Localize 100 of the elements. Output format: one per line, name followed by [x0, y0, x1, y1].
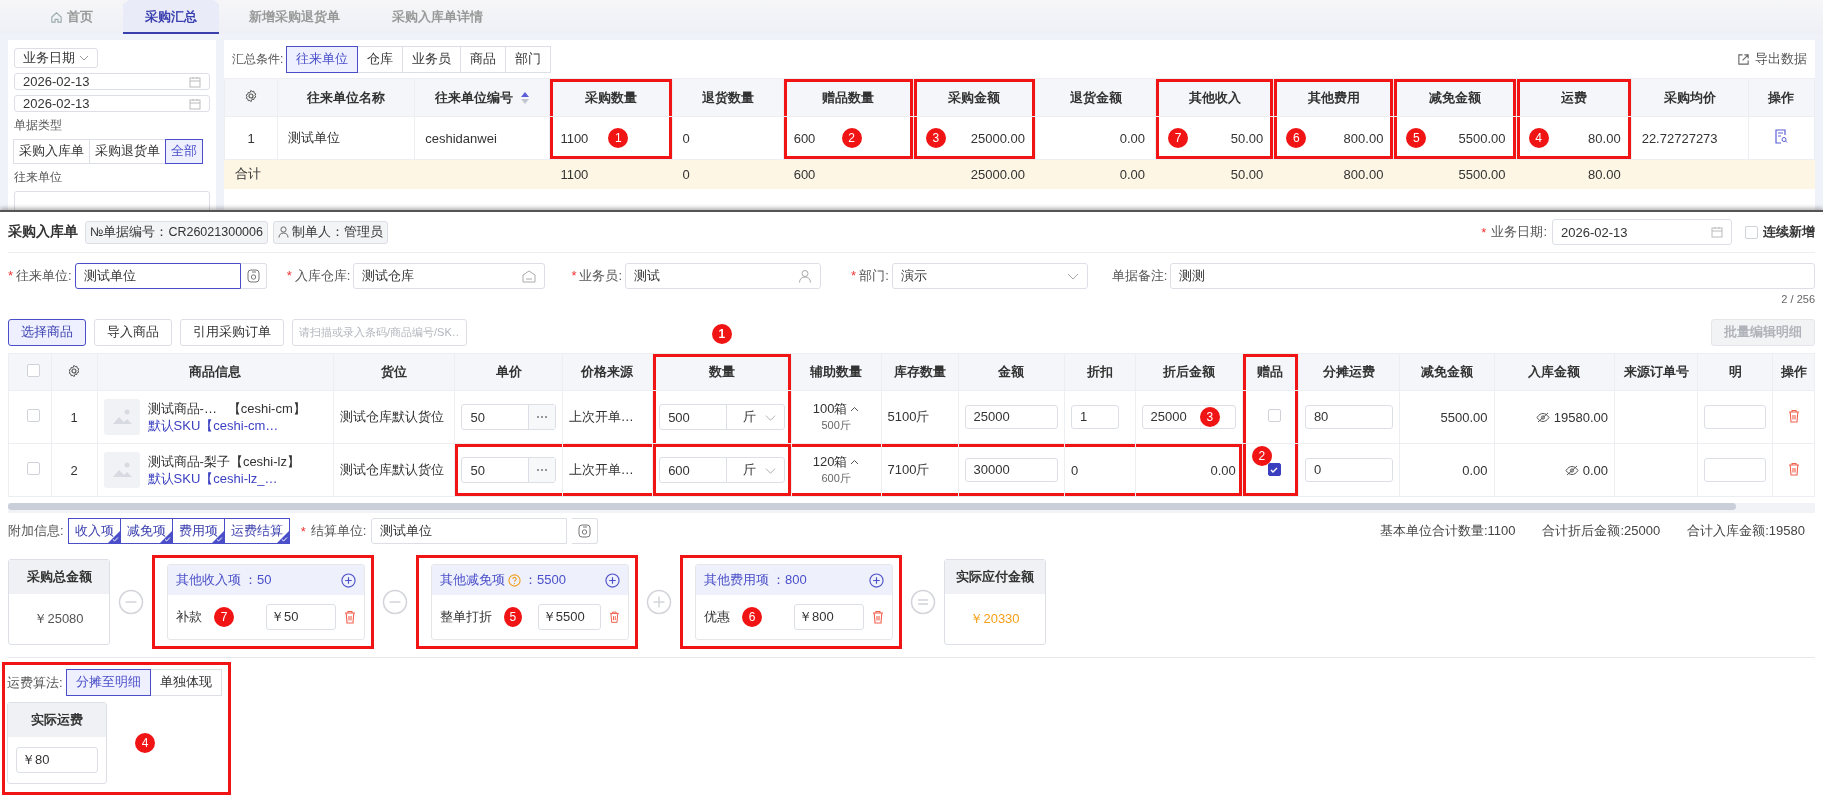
input-field[interactable]: 测试仓库 [353, 263, 546, 289]
sort-icon[interactable] [521, 92, 530, 105]
more-icon[interactable] [535, 468, 548, 472]
segment-button[interactable]: 全部 [165, 139, 203, 164]
segment-button[interactable]: 仓库 [357, 45, 404, 73]
amount-field[interactable]: ￥5500 [537, 604, 602, 630]
toolbar-button[interactable]: 导入商品 [94, 318, 172, 346]
toggle-tag[interactable]: 减免项 [119, 518, 173, 544]
field-label: 业务员: [579, 267, 623, 285]
input-field[interactable]: 测测 [1170, 263, 1815, 289]
callout-number: 2 [841, 128, 862, 148]
settings-icon[interactable] [244, 89, 259, 103]
segment-button[interactable]: 采购入库单 [13, 139, 90, 164]
unit-dropdown[interactable]: 斤 [726, 405, 784, 429]
callout-number: 5 [1406, 128, 1427, 148]
toggle-tag[interactable]: 运费结算 [223, 518, 290, 544]
segment-button[interactable]: 单独体现 [149, 669, 222, 696]
calendar-icon [1711, 226, 1723, 238]
cell-text: 800.00 [1343, 130, 1384, 146]
column-label: 折后金额 [1162, 364, 1215, 379]
price-field[interactable]: 50 [461, 457, 556, 483]
column-label: 运费 [1560, 89, 1587, 105]
callout-number: 3 [925, 128, 946, 148]
quantity-field[interactable]: 500 [660, 409, 727, 425]
sku-link[interactable]: 默认SKU【ceshi-cm… [147, 417, 306, 434]
add-icon[interactable] [605, 572, 620, 588]
cell-text: 0.00 [1582, 462, 1608, 478]
required-mark: * [851, 267, 857, 285]
amount-field[interactable]: ￥50 [266, 604, 336, 630]
input-field[interactable]: 演示 [891, 263, 1088, 289]
unit-dropdown[interactable]: 斤 [726, 458, 784, 482]
quantity-field[interactable]: 600 [660, 462, 727, 478]
card-title: 其他收入项 [176, 571, 241, 589]
minus-circle-icon [382, 589, 408, 615]
document-number-tag: №单据编号：CR26021300006 [85, 220, 268, 244]
trash-icon[interactable] [1787, 461, 1800, 476]
input-field[interactable]: 30000 [964, 458, 1058, 482]
cell-text: 80.00 [1588, 130, 1621, 146]
settings-icon[interactable] [67, 363, 82, 378]
trash-icon[interactable] [344, 610, 356, 624]
page-tab[interactable]: 采购汇总 [123, 0, 219, 34]
segment-button[interactable]: 部门 [505, 45, 552, 73]
date-type-dropdown[interactable]: 业务日期 [14, 48, 98, 68]
input-field[interactable]: 80 [1304, 405, 1393, 429]
scrollbar[interactable] [8, 503, 1736, 510]
add-icon[interactable] [341, 572, 356, 588]
input-field[interactable] [1704, 458, 1767, 482]
document-search-icon[interactable] [1774, 129, 1789, 144]
input-field[interactable]: 测试单位 [371, 518, 568, 544]
input-field[interactable]: 测试单位 [74, 263, 241, 289]
toggle-tag[interactable]: 收入项 [67, 518, 121, 544]
checkbox[interactable] [1267, 463, 1281, 476]
eye-off-icon[interactable] [1535, 411, 1550, 423]
help-icon[interactable] [508, 573, 521, 587]
field-label: 往来单位: [16, 267, 72, 285]
toggle-tag[interactable]: 费用项 [171, 518, 225, 544]
amount-field[interactable]: ￥800 [794, 604, 864, 630]
eye-off-icon[interactable] [1564, 464, 1579, 476]
cell-text: 50.00 [1230, 166, 1264, 182]
input-field[interactable]: 测试 [625, 263, 822, 289]
column-label: 商品信息 [189, 364, 242, 379]
more-icon[interactable] [535, 415, 548, 419]
add-icon[interactable] [869, 572, 884, 588]
scan-field[interactable]: 请扫描或录入条码/商品编号/SK… [292, 318, 467, 346]
toolbar-button[interactable]: 引用采购订单 [180, 318, 284, 346]
date-field[interactable]: 2026-02-13 [14, 73, 210, 90]
segment-button[interactable]: 业务员 [402, 45, 462, 73]
export-link[interactable]: 导出数据 [1737, 50, 1807, 68]
segment-button[interactable]: 往来单位 [286, 45, 359, 73]
column-label: 采购金额 [948, 89, 1001, 105]
chevron-up-icon[interactable] [850, 406, 860, 412]
date-field[interactable]: 2026-02-13 [1552, 219, 1732, 245]
callout-number: 4 [135, 733, 155, 753]
field-label: 单据备注: [1111, 267, 1168, 285]
trash-icon[interactable] [872, 610, 884, 624]
column-label: 折扣 [1086, 364, 1113, 379]
chevron-up-icon[interactable] [850, 459, 860, 465]
warehouse-icon [522, 269, 537, 283]
freight-field[interactable]: ￥80 [16, 747, 98, 773]
price-field[interactable]: 50 [461, 404, 556, 430]
lookup-button[interactable] [240, 263, 267, 289]
trash-icon[interactable] [609, 610, 620, 624]
segment-button[interactable]: 商品 [460, 45, 507, 73]
segment-button[interactable]: 分摊至明细 [65, 669, 151, 696]
input-field[interactable] [1704, 405, 1767, 429]
field-label: 业务日期: [1491, 223, 1547, 241]
toolbar-button[interactable]: 选择商品 [8, 318, 86, 346]
date-field[interactable]: 2026-02-13 [14, 95, 210, 112]
sku-link[interactable]: 默认SKU【ceshi-lz_… [147, 470, 300, 487]
trash-icon[interactable] [1787, 408, 1800, 423]
column-label: 金额 [998, 364, 1025, 379]
input-field[interactable]: 0 [1304, 458, 1393, 482]
cell-text: 5500.00 [1458, 130, 1506, 146]
field-label: 附加信息: [8, 522, 64, 540]
segment-button[interactable]: 采购退货单 [89, 139, 166, 164]
item-name: 优惠 [704, 608, 730, 626]
input-field[interactable]: 1 [1070, 405, 1119, 429]
lookup-button[interactable] [572, 518, 599, 544]
input-field[interactable]: 25000 [964, 405, 1058, 429]
card-title: 其他费用项 [704, 571, 769, 589]
